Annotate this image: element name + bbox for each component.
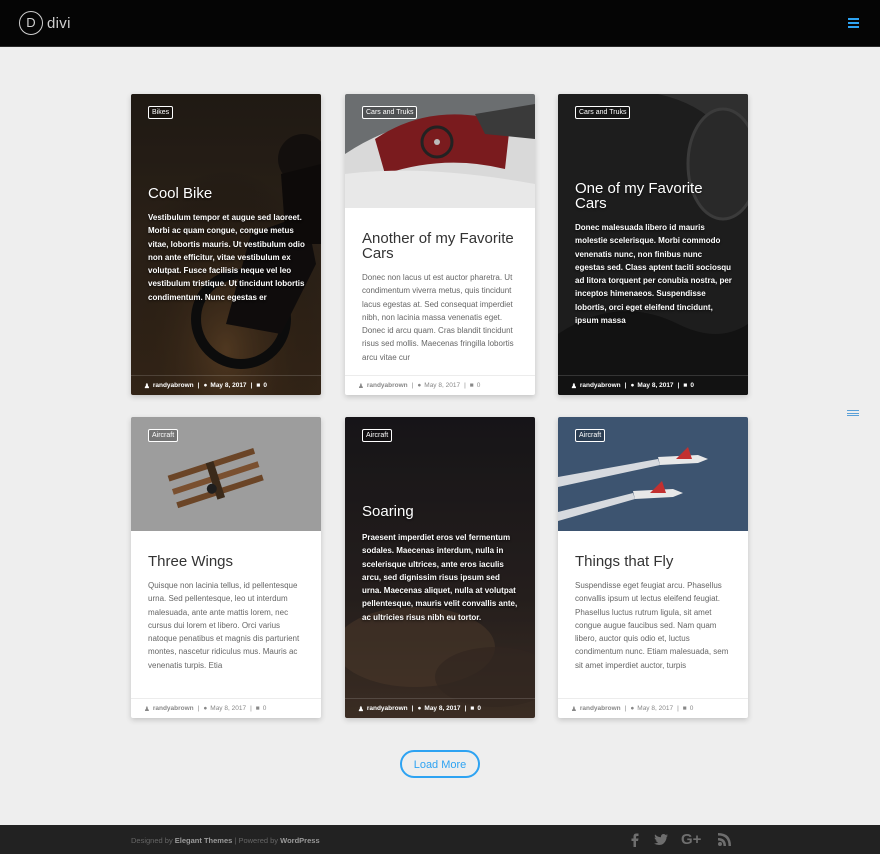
comment-count[interactable]: 0 xyxy=(690,705,694,712)
clock-icon: ● xyxy=(630,705,635,712)
post-date: May 8, 2017 xyxy=(210,382,247,389)
side-panel-toggle-icon[interactable] xyxy=(847,410,859,416)
comment-icon: ■ xyxy=(255,705,260,712)
post-meta: ♟ randyabrown | ● May 8, 2017 | ■ 0 xyxy=(131,375,321,395)
facebook-icon[interactable] xyxy=(630,833,639,850)
comment-icon: ■ xyxy=(682,705,687,712)
clock-icon: ● xyxy=(417,705,422,712)
comment-icon: ■ xyxy=(470,705,475,712)
clock-icon: ● xyxy=(203,382,208,389)
designed-by-text: Designed by xyxy=(131,836,173,845)
user-icon: ♟ xyxy=(358,382,364,390)
post-excerpt: Donec non lacus ut est auctor pharetra. … xyxy=(362,273,514,362)
post-meta: ♟ randyabrown | ● May 8, 2017 | ■ 0 xyxy=(558,375,748,395)
clock-icon: ● xyxy=(203,705,208,712)
post-date: May 8, 2017 xyxy=(210,705,247,712)
site-footer: Designed by Elegant Themes | Powered by … xyxy=(0,825,880,854)
logo-text: divi xyxy=(47,14,71,32)
meta-separator: | xyxy=(411,705,414,712)
post-date: May 8, 2017 xyxy=(424,382,461,389)
clock-icon: ● xyxy=(630,382,635,389)
post-author[interactable]: randyabrown xyxy=(580,382,621,389)
post-card-one-favorite-cars[interactable]: Cars and Truks One of my Favorite Cars D… xyxy=(558,94,748,395)
comment-count[interactable]: 0 xyxy=(263,705,267,712)
post-excerpt: Suspendisse eget feugiat arcu. Phasellus… xyxy=(575,581,729,670)
comment-icon: ■ xyxy=(469,382,474,389)
post-date: May 8, 2017 xyxy=(637,705,674,712)
comment-icon: ■ xyxy=(683,382,688,389)
user-icon: ♟ xyxy=(571,382,577,390)
hamburger-menu-icon[interactable] xyxy=(848,18,859,28)
meta-separator: | xyxy=(250,705,252,712)
post-card-things-that-fly[interactable]: Aircraft Things that Fly Suspendisse ege… xyxy=(558,417,748,718)
post-meta: ♟ randyabrown | ● May 8, 2017 | ■ 0 xyxy=(558,698,748,718)
twitter-icon[interactable] xyxy=(654,833,668,849)
post-title[interactable]: Three Wings xyxy=(148,554,308,569)
top-header: D divi xyxy=(0,0,880,47)
category-tag[interactable]: Cars and Truks xyxy=(575,106,631,119)
comment-icon: ■ xyxy=(256,382,261,389)
post-author[interactable]: randyabrown xyxy=(153,382,194,389)
comment-count[interactable]: 0 xyxy=(477,705,481,712)
comment-count[interactable]: 0 xyxy=(263,382,267,389)
category-tag[interactable]: Cars and Truks xyxy=(362,106,418,119)
post-author[interactable]: randyabrown xyxy=(580,705,621,712)
powered-by-text: | Powered by xyxy=(234,836,279,845)
post-author[interactable]: randyabrown xyxy=(367,705,408,712)
post-excerpt: Praesent imperdiet eros vel fermentum so… xyxy=(362,533,518,622)
load-more-button[interactable]: Load More xyxy=(400,750,480,778)
post-excerpt: Donec malesuada libero id mauris molesti… xyxy=(575,223,732,326)
elegant-themes-link[interactable]: Elegant Themes xyxy=(175,836,233,845)
meta-separator: | xyxy=(250,382,253,389)
post-author[interactable]: randyabrown xyxy=(367,382,408,389)
category-tag[interactable]: Aircraft xyxy=(575,429,606,442)
category-tag[interactable]: Bikes xyxy=(148,106,174,119)
user-icon: ♟ xyxy=(144,705,150,713)
post-excerpt: Quisque non lacinia tellus, id pellentes… xyxy=(148,581,300,670)
footer-credit: Designed by Elegant Themes | Powered by … xyxy=(131,836,320,845)
post-card-three-wings[interactable]: Aircraft Three Wings Quisque non lacinia… xyxy=(131,417,321,718)
post-date: May 8, 2017 xyxy=(637,382,674,389)
post-title[interactable]: Another of my Favorite Cars xyxy=(362,231,522,261)
post-card-soaring[interactable]: Aircraft Soaring Praesent imperdiet eros… xyxy=(345,417,535,718)
user-icon: ♟ xyxy=(571,705,577,713)
wordpress-link[interactable]: WordPress xyxy=(280,836,319,845)
category-tag[interactable]: Aircraft xyxy=(362,429,393,442)
post-meta: ♟ randyabrown | ● May 8, 2017 | ■ 0 xyxy=(345,698,535,718)
google-plus-icon[interactable]: G+ xyxy=(681,831,701,848)
post-title[interactable]: Cool Bike xyxy=(148,186,308,201)
post-excerpt: Vestibulum tempor et augue sed laoreet. … xyxy=(148,213,305,302)
meta-separator: | xyxy=(464,705,467,712)
post-meta: ♟ randyabrown | ● May 8, 2017 | ■ 0 xyxy=(131,698,321,718)
meta-separator: | xyxy=(411,382,414,389)
comment-count[interactable]: 0 xyxy=(477,382,481,389)
meta-separator: | xyxy=(677,705,679,712)
post-date: May 8, 2017 xyxy=(424,705,461,712)
post-card-another-favorite-cars[interactable]: Cars and Truks Another of my Favorite Ca… xyxy=(345,94,535,395)
meta-separator: | xyxy=(197,705,200,712)
meta-separator: | xyxy=(677,382,680,389)
rss-icon[interactable] xyxy=(718,833,731,849)
clock-icon: ● xyxy=(417,382,422,389)
category-tag[interactable]: Aircraft xyxy=(148,429,179,442)
meta-separator: | xyxy=(624,705,627,712)
post-card-cool-bike[interactable]: Bikes Cool Bike Vestibulum tempor et aug… xyxy=(131,94,321,395)
meta-separator: | xyxy=(197,382,200,389)
user-icon: ♟ xyxy=(358,705,364,713)
post-title[interactable]: Soaring xyxy=(362,504,522,519)
post-author[interactable]: randyabrown xyxy=(153,705,194,712)
logo-mark: D xyxy=(19,11,43,35)
site-logo[interactable]: D divi xyxy=(19,10,71,36)
post-title[interactable]: Things that Fly xyxy=(575,554,735,569)
meta-separator: | xyxy=(624,382,627,389)
post-meta: ♟ randyabrown | ● May 8, 2017 | ■ 0 xyxy=(345,375,535,395)
user-icon: ♟ xyxy=(144,382,150,390)
post-title[interactable]: One of my Favorite Cars xyxy=(575,181,735,211)
comment-count[interactable]: 0 xyxy=(690,382,694,389)
meta-separator: | xyxy=(464,382,466,389)
